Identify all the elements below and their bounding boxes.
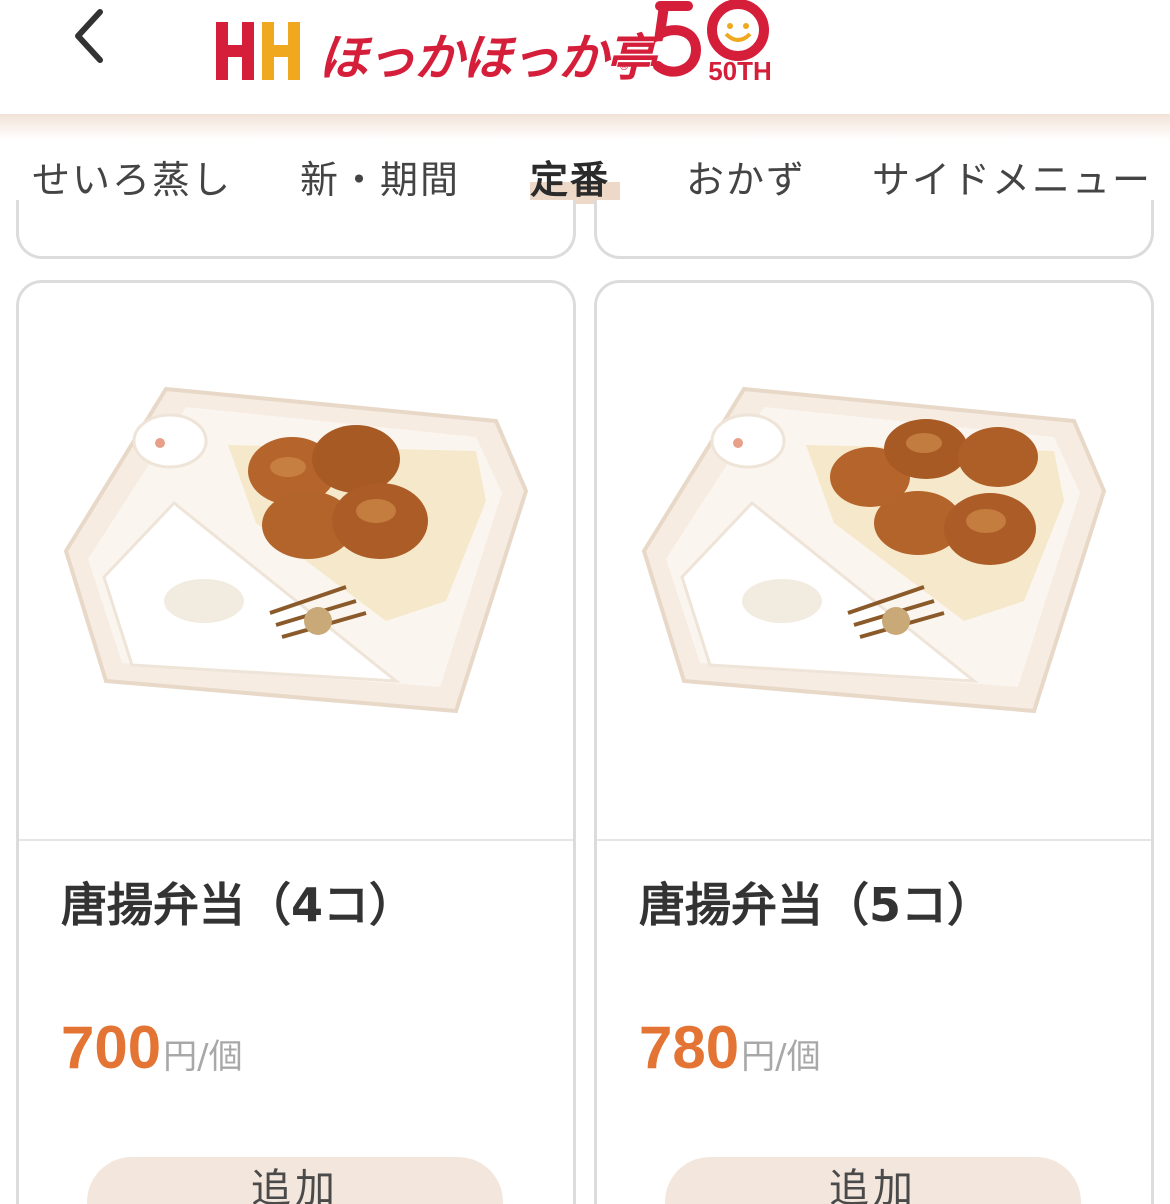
- product-price: 780円/個: [639, 1013, 821, 1082]
- chevron-left-icon: [75, 9, 103, 63]
- bento-karaage-5-image: [641, 386, 1107, 714]
- product-name: 唐揚弁当（5コ）: [639, 878, 994, 932]
- anniversary-50th-icon: 50TH: [653, 0, 772, 84]
- product-price: 700円/個: [61, 1013, 243, 1082]
- tab-new-limited[interactable]: 新・期間: [300, 154, 460, 206]
- hh-logo-icon: [216, 22, 300, 80]
- previous-card-left: [16, 200, 576, 259]
- add-button[interactable]: 追加: [87, 1157, 503, 1204]
- app-header: ほっかほっか亭 ® 50TH: [0, 0, 1170, 116]
- price-value: 700: [61, 1014, 162, 1081]
- back-button[interactable]: [58, 4, 118, 68]
- price-unit: 円/個: [163, 1037, 243, 1077]
- menu-page: ほっかほっか亭 ® 50TH せいろ蒸し 新・期間 定番 おかず サイドメニュー: [0, 0, 1170, 1204]
- tab-okazu[interactable]: おかず: [686, 154, 806, 206]
- anniversary-label: 50TH: [708, 56, 772, 84]
- registered-mark: ®: [619, 62, 629, 73]
- product-card[interactable]: 唐揚弁当（4コ） 700円/個 追加: [16, 280, 576, 1204]
- price-value: 780: [639, 1014, 740, 1081]
- previous-card-right: [594, 200, 1154, 259]
- add-button[interactable]: 追加: [665, 1157, 1081, 1204]
- tab-standard[interactable]: 定番: [530, 154, 610, 206]
- bento-karaage-4-image: [63, 386, 529, 714]
- header-shadow: [0, 114, 1170, 140]
- product-image[interactable]: [19, 283, 573, 841]
- product-card[interactable]: 唐揚弁当（5コ） 780円/個 追加: [594, 280, 1154, 1204]
- tab-seiro[interactable]: せいろ蒸し: [32, 154, 232, 206]
- brand-logo: ほっかほっか亭 ® 50TH: [214, 0, 784, 110]
- price-unit: 円/個: [741, 1037, 821, 1077]
- brand-name: ほっかほっか亭: [318, 28, 656, 87]
- product-image[interactable]: [597, 283, 1151, 841]
- product-name: 唐揚弁当（4コ）: [61, 878, 416, 932]
- tab-side-menu[interactable]: サイドメニュー: [872, 154, 1152, 206]
